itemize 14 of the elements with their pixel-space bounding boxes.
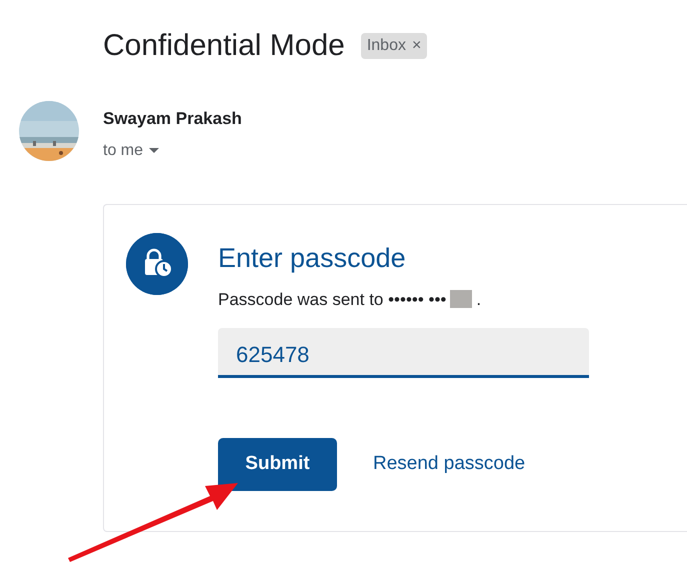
remove-label-button[interactable]: × — [412, 34, 422, 58]
submit-button[interactable]: Submit — [218, 438, 337, 491]
passcode-message: Passcode was sent to •••••• ••• — [218, 290, 446, 308]
email-subject: Confidential Mode — [103, 28, 345, 64]
label-text: Inbox — [366, 36, 406, 56]
redaction-block — [450, 290, 472, 308]
passcode-heading: Enter passcode — [218, 242, 407, 274]
lock-clock-icon — [126, 232, 188, 294]
passcode-field[interactable]: 625478 — [218, 328, 589, 378]
recipient-text: to me — [103, 140, 144, 160]
resend-passcode-link[interactable]: Resend passcode — [373, 450, 526, 479]
dropdown-caret-icon[interactable] — [149, 148, 160, 153]
sender-name: Swayam Prakash — [103, 108, 242, 130]
period-text: . — [476, 290, 482, 308]
